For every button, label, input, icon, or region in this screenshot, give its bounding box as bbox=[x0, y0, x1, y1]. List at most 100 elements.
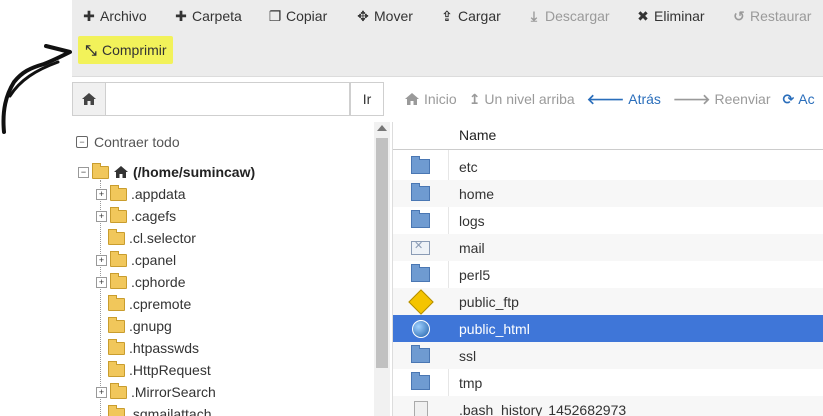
icon-cell bbox=[393, 372, 448, 390]
restore-button[interactable]: ↺ Restaurar bbox=[732, 6, 811, 26]
compress-button[interactable]: ⤡ Comprimir bbox=[78, 36, 173, 64]
go-button[interactable]: Ir bbox=[350, 82, 384, 116]
expand-icon[interactable]: + bbox=[96, 188, 107, 200]
tree-item-label: .cpanel bbox=[131, 252, 177, 268]
icon-cell bbox=[393, 401, 448, 416]
arrow-left-icon: 🡐 bbox=[586, 90, 625, 107]
file-name: logs bbox=[459, 212, 485, 229]
delete-button[interactable]: ✖ Eliminar bbox=[636, 6, 705, 26]
nav-reload-button[interactable]: ⟳ Ac bbox=[783, 91, 815, 108]
folder-icon bbox=[110, 382, 127, 399]
icon-cell bbox=[393, 239, 448, 255]
move-button[interactable]: ✥ Mover bbox=[356, 6, 413, 26]
tree-item[interactable]: + .cphorde bbox=[96, 271, 185, 293]
home-button[interactable] bbox=[72, 82, 106, 116]
move-icon: ✥ bbox=[357, 7, 369, 24]
icon-cell bbox=[393, 288, 448, 315]
expand-icon[interactable]: + bbox=[96, 386, 107, 398]
expand-icon[interactable]: + bbox=[96, 276, 107, 288]
delete-label: Eliminar bbox=[654, 8, 705, 24]
table-row[interactable]: public_ftp bbox=[393, 288, 823, 315]
name-column-header[interactable]: Name bbox=[459, 127, 496, 143]
tree-item[interactable]: + .MirrorSearch bbox=[96, 381, 216, 403]
icon-cell bbox=[393, 183, 448, 201]
file-name: home bbox=[459, 185, 495, 202]
plus-icon: ✚ bbox=[83, 7, 95, 24]
tree-root[interactable]: − (/home/sumincaw) bbox=[78, 161, 255, 183]
scroll-up-icon bbox=[377, 125, 387, 131]
folder-icon bbox=[108, 294, 125, 311]
download-icon: ⤓ bbox=[530, 7, 538, 24]
tree-item[interactable]: .HttpRequest bbox=[96, 359, 211, 381]
tree-item[interactable]: .htpasswds bbox=[96, 337, 199, 359]
refresh-icon: ⟳ bbox=[782, 90, 795, 107]
restore-label: Restaurar bbox=[750, 8, 812, 24]
icon-cell bbox=[393, 156, 448, 174]
folder-icon bbox=[110, 184, 127, 201]
folder-icon bbox=[411, 264, 430, 282]
annotation-area bbox=[0, 0, 72, 416]
file-name: public_html bbox=[459, 320, 530, 337]
table-row[interactable]: logs bbox=[393, 207, 823, 234]
nav-reload-label: Ac bbox=[798, 91, 815, 107]
scroll-thumb[interactable] bbox=[376, 138, 388, 368]
tree-connector bbox=[96, 322, 105, 331]
nav-up-label: Un nivel arriba bbox=[484, 91, 575, 107]
move-label: Mover bbox=[374, 8, 413, 24]
table-row[interactable]: .bash_history 1452682973 bbox=[393, 396, 823, 416]
tree-item[interactable]: .sqmailattach bbox=[96, 403, 211, 416]
new-file-label: Archivo bbox=[100, 8, 147, 24]
table-row[interactable]: perl5 bbox=[393, 261, 823, 288]
path-input[interactable] bbox=[106, 82, 350, 116]
copy-button[interactable]: ❐ Copiar bbox=[268, 6, 328, 26]
tree-item-label: .cpremote bbox=[129, 296, 192, 312]
folder-icon bbox=[108, 338, 125, 355]
home-icon bbox=[114, 166, 128, 178]
table-row[interactable]: public_html bbox=[393, 315, 823, 342]
directory-tree: − Contraer todo − (/home/sumincaw) + .app… bbox=[72, 122, 374, 416]
tree-item[interactable]: + .appdata bbox=[96, 183, 186, 205]
nav-back-label: Atrás bbox=[628, 91, 661, 107]
tree-connector bbox=[96, 344, 105, 353]
collapse-all-label: Contraer todo bbox=[94, 134, 180, 150]
file-icon bbox=[413, 401, 428, 416]
toolbar: ✚ Archivo ✚ Carpeta ❐ Copiar ✥ Mover ⇪ C… bbox=[72, 0, 823, 77]
tree-item-label: .gnupg bbox=[129, 318, 172, 334]
expand-icon[interactable]: + bbox=[96, 210, 107, 222]
tree-item-label: .MirrorSearch bbox=[131, 384, 216, 400]
table-row[interactable]: ssl bbox=[393, 342, 823, 369]
new-folder-button[interactable]: ✚ Carpeta bbox=[174, 6, 242, 26]
table-row[interactable]: etc bbox=[393, 153, 823, 180]
nav-up-button[interactable]: ↥ Un nivel arriba bbox=[469, 91, 575, 108]
tree-item[interactable]: + .cpanel bbox=[96, 249, 176, 271]
nav-home-button[interactable]: Inicio bbox=[404, 91, 457, 107]
tree-item[interactable]: + .cagefs bbox=[96, 205, 176, 227]
file-name: perl5 bbox=[459, 266, 491, 283]
tree-item[interactable]: .gnupg bbox=[96, 315, 172, 337]
folder-icon bbox=[411, 345, 430, 363]
tree-item[interactable]: .cl.selector bbox=[96, 227, 196, 249]
download-label: Descargar bbox=[545, 8, 610, 24]
collapse-icon: − bbox=[76, 136, 88, 148]
new-file-button[interactable]: ✚ Archivo bbox=[82, 6, 147, 26]
table-row[interactable]: mail bbox=[393, 234, 823, 261]
tree-item-label: .htpasswds bbox=[129, 340, 200, 356]
tree-item-label: .HttpRequest bbox=[129, 362, 211, 378]
expand-icon[interactable]: + bbox=[96, 254, 107, 266]
upload-button[interactable]: ⇪ Cargar bbox=[440, 6, 501, 26]
icon-cell bbox=[393, 210, 448, 228]
globe-icon bbox=[411, 319, 430, 338]
tree-item-label: .cphorde bbox=[131, 274, 186, 290]
level-up-icon: ↥ bbox=[468, 90, 481, 107]
new-folder-label: Carpeta bbox=[192, 8, 242, 24]
table-row[interactable]: home bbox=[393, 180, 823, 207]
ftp-icon bbox=[407, 288, 434, 315]
collapse-all-link[interactable]: − Contraer todo bbox=[76, 134, 180, 150]
nav-forward-button[interactable]: 🡒 Reenviar bbox=[673, 91, 771, 108]
table-row[interactable]: tmp bbox=[393, 369, 823, 396]
download-button[interactable]: ⤓ Descargar bbox=[527, 6, 610, 26]
tree-scrollbar[interactable] bbox=[374, 122, 390, 416]
nav-back-button[interactable]: 🡐 Atrás bbox=[587, 91, 661, 108]
upload-label: Cargar bbox=[458, 8, 501, 24]
tree-item[interactable]: .cpremote bbox=[96, 293, 191, 315]
